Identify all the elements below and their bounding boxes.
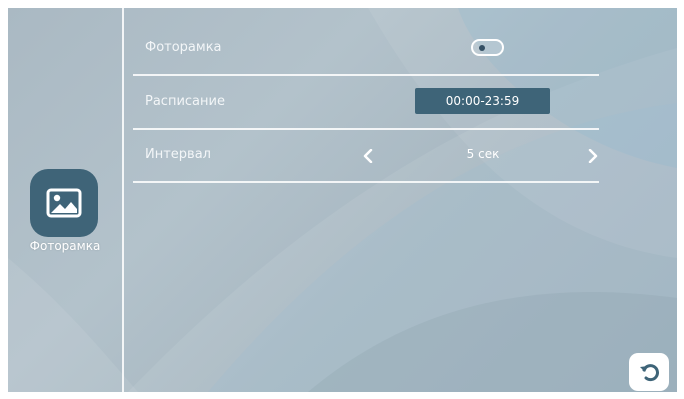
chevron-left-icon xyxy=(363,149,373,163)
setting-label-photo-frame: Фоторамка xyxy=(145,40,222,55)
sidebar-divider xyxy=(122,8,124,392)
row-divider xyxy=(133,181,599,183)
sidebar: Фоторамка xyxy=(8,8,122,392)
row-divider xyxy=(133,128,599,130)
schedule-time-button[interactable]: 00:00-23:59 xyxy=(415,88,550,114)
interval-next-button[interactable] xyxy=(583,146,603,166)
app-label: Фоторамка xyxy=(29,239,101,253)
undo-icon xyxy=(640,364,659,382)
setting-row-schedule: Расписание 00:00-23:59 xyxy=(133,79,599,130)
chevron-right-icon xyxy=(588,149,598,163)
setting-label-schedule: Расписание xyxy=(145,94,225,109)
setting-row-photo-frame: Фоторамка xyxy=(133,25,599,76)
toggle-knob xyxy=(479,45,485,51)
setting-row-interval: Интервал 5 сек xyxy=(133,132,599,183)
row-divider xyxy=(133,74,599,76)
image-icon xyxy=(46,188,82,218)
interval-value: 5 сек xyxy=(466,147,500,161)
back-button[interactable] xyxy=(629,353,669,391)
screen: Фоторамка Фоторамка Расписание 00:00-23:… xyxy=(8,8,677,392)
interval-prev-button[interactable] xyxy=(358,146,378,166)
photo-frame-toggle[interactable] xyxy=(471,39,504,56)
setting-label-interval: Интервал xyxy=(145,147,211,162)
photo-frame-app-icon[interactable] xyxy=(30,169,98,237)
